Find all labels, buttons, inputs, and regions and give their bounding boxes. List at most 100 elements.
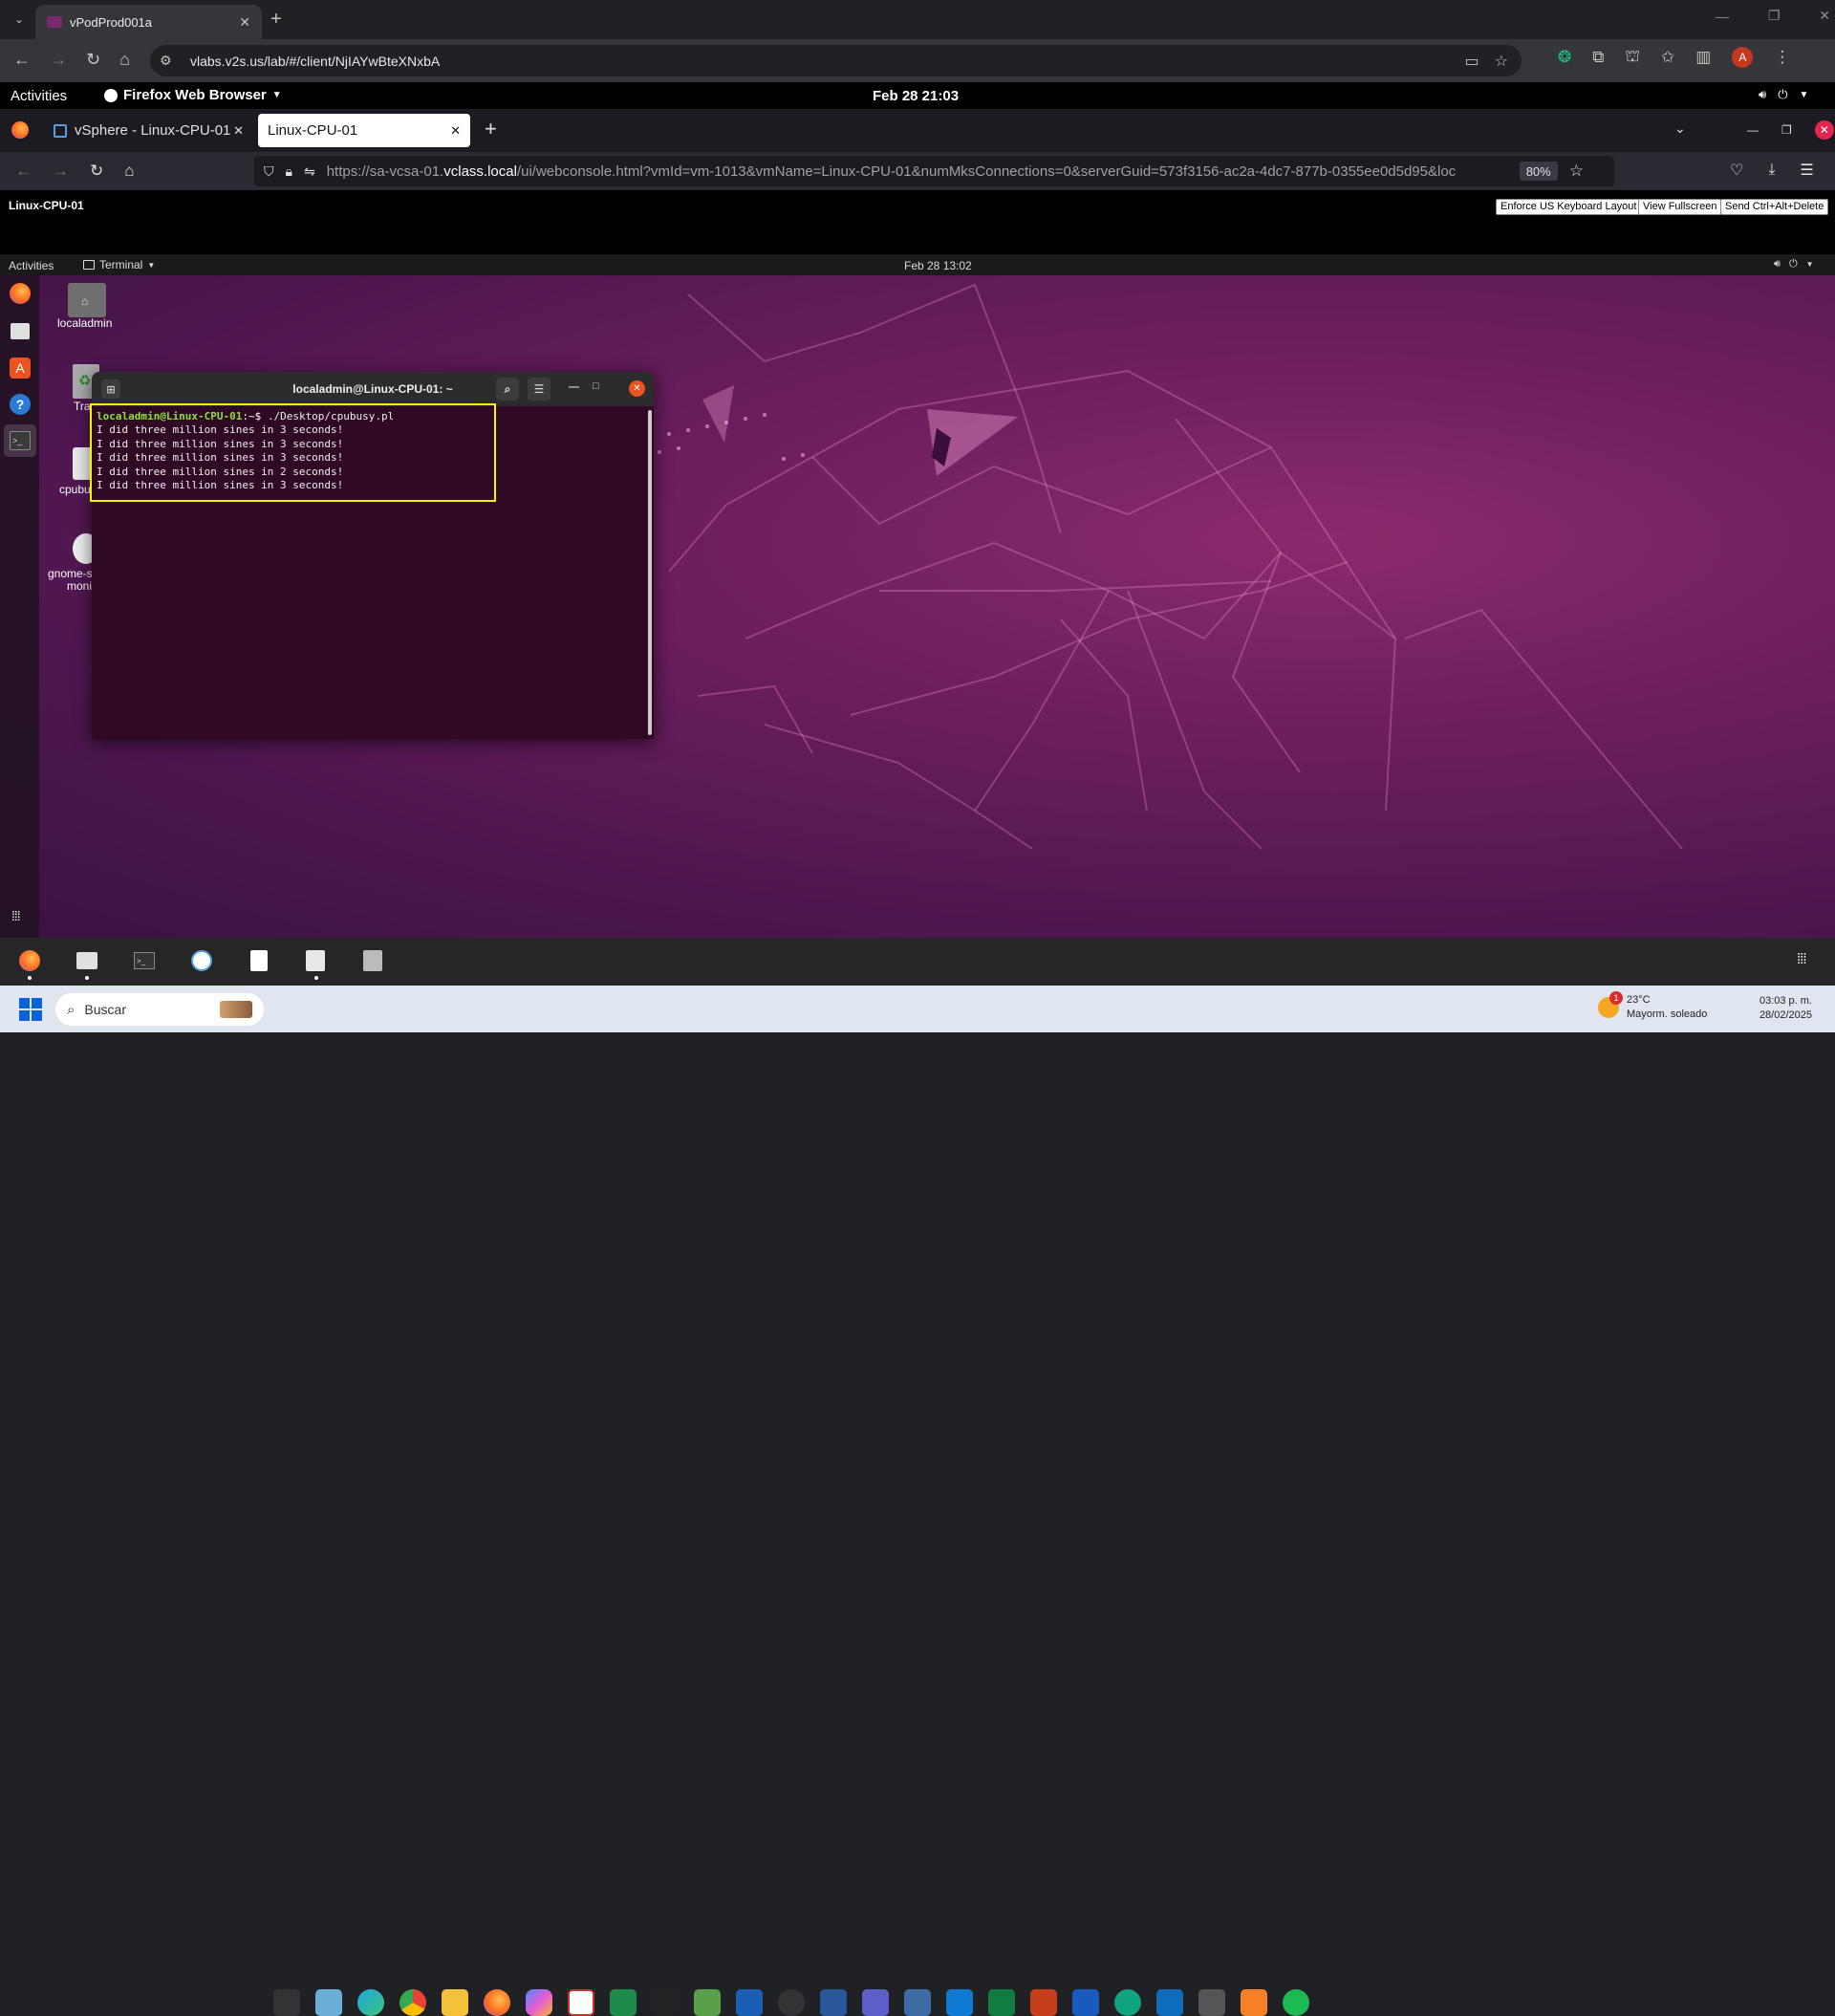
- app-edge-icon[interactable]: [357, 1989, 384, 2016]
- ff-restore-icon[interactable]: ❐: [1781, 123, 1792, 137]
- tab-close-icon[interactable]: ✕: [450, 123, 461, 139]
- terminal-maximize-icon[interactable]: □: [593, 380, 599, 392]
- bottom-dock-terminal-icon[interactable]: >_: [134, 952, 155, 969]
- chrome-address-bar[interactable]: ⚙ vlabs.v2s.us/lab/#/client/NjIAYwBteXNx…: [150, 45, 1522, 76]
- dock-software-icon[interactable]: A: [10, 358, 31, 379]
- extensions-puzzle-icon[interactable]: ⧉: [1592, 48, 1604, 67]
- app-powerpoint-icon[interactable]: [1030, 1989, 1057, 2016]
- site-info-icon[interactable]: ⚙: [160, 53, 172, 69]
- guest-system-menu-icon[interactable]: ▼: [1806, 260, 1814, 269]
- bottom-dock-firefox-icon[interactable]: [19, 950, 40, 971]
- terminal-menu-icon[interactable]: ☰: [528, 378, 550, 401]
- app-excel-icon[interactable]: [988, 1989, 1015, 2016]
- guest-volume-icon[interactable]: 🔊︎: [1774, 258, 1781, 271]
- profile-avatar[interactable]: A: [1732, 47, 1754, 68]
- terminal-minimize-icon[interactable]: —: [569, 381, 579, 393]
- ff-reload-icon[interactable]: ↻: [90, 162, 103, 181]
- window-minimize-icon[interactable]: —: [1716, 9, 1729, 24]
- app-outlook-icon[interactable]: [1156, 1989, 1183, 2016]
- app-teams-icon[interactable]: [862, 1989, 889, 2016]
- ff-forward-icon[interactable]: →: [53, 162, 69, 181]
- dock-terminal-icon[interactable]: >_: [10, 431, 31, 450]
- favorites-icon[interactable]: ✩: [1661, 48, 1674, 67]
- app-calculator-icon[interactable]: [736, 1989, 763, 2016]
- chrome-tab-active[interactable]: vPodProd001a ✕: [35, 5, 262, 39]
- app-network-icon[interactable]: [904, 1989, 931, 2016]
- bottom-dock-monitor-icon[interactable]: [191, 950, 212, 971]
- ff-home-icon[interactable]: ⌂: [124, 162, 134, 181]
- show-apps-grid-icon[interactable]: ⁞⁞⁞: [11, 908, 21, 923]
- host-clock[interactable]: Feb 28 21:03: [873, 88, 959, 104]
- tab-close-icon[interactable]: ✕: [239, 14, 250, 31]
- windows-start-icon[interactable]: [19, 998, 42, 1021]
- app-firefox-icon[interactable]: [484, 1989, 510, 2016]
- window-restore-icon[interactable]: ❐: [1768, 8, 1781, 24]
- volume-icon[interactable]: 🔊︎: [1759, 87, 1766, 102]
- app-chrome-icon[interactable]: [399, 1989, 426, 2016]
- bottom-dock-apps-grid-icon[interactable]: ⁞⁞⁞: [1797, 951, 1806, 967]
- bottom-dock-editor-icon[interactable]: [250, 950, 268, 971]
- system-menu-chevron-icon[interactable]: ▼: [1800, 90, 1809, 100]
- tracking-shield-icon[interactable]: ⛉: [264, 163, 274, 180]
- app-terminal-icon[interactable]: [652, 1989, 679, 2016]
- app-word-icon[interactable]: [1072, 1989, 1099, 2016]
- incognito-icon[interactable]: ⛫: [1625, 47, 1640, 68]
- tab-search-chevron-icon[interactable]: ⌄: [8, 8, 31, 31]
- downloads-icon[interactable]: ⤓: [1768, 162, 1775, 179]
- app-draw-icon[interactable]: [568, 1989, 594, 2016]
- ff-new-tab-icon[interactable]: +: [485, 117, 497, 141]
- ff-back-icon[interactable]: ←: [15, 162, 32, 181]
- bottom-dock-script-icon[interactable]: [306, 950, 325, 971]
- view-fullscreen-button[interactable]: View Fullscreen: [1638, 199, 1722, 215]
- zoom-indicator[interactable]: 80%: [1519, 162, 1558, 181]
- dock-files-icon[interactable]: [11, 323, 30, 339]
- ff-tab-linux-cpu[interactable]: Linux-CPU-01 ✕: [258, 114, 470, 147]
- terminal-close-icon[interactable]: ✕: [629, 380, 645, 397]
- bottom-dock-files-icon[interactable]: [76, 952, 97, 969]
- app-file-explorer-icon[interactable]: [442, 1989, 468, 2016]
- app-obs-icon[interactable]: [778, 1989, 805, 2016]
- ff-bookmark-star-icon[interactable]: ☆: [1569, 162, 1584, 181]
- app-remote-icon[interactable]: [820, 1989, 847, 2016]
- host-app-menu[interactable]: Firefox Web Browser ▼: [104, 87, 282, 103]
- weather-widget[interactable]: 1 23°C Mayorm. soleado: [1598, 991, 1707, 1022]
- tab-close-icon[interactable]: ✕: [233, 123, 244, 139]
- ff-minimize-icon[interactable]: —: [1747, 123, 1759, 137]
- send-cad-button[interactable]: Send Ctrl+Alt+Delete: [1720, 199, 1829, 215]
- guest-clock[interactable]: Feb 28 13:02: [904, 259, 972, 272]
- dock-help-icon[interactable]: ?: [10, 394, 31, 415]
- terminal-titlebar[interactable]: ⊞ localadmin@Linux-CPU-01: ~ ⌕ ☰ — □ ✕: [92, 372, 654, 406]
- guest-activities-button[interactable]: Activities: [9, 259, 54, 272]
- list-all-tabs-icon[interactable]: ⌄: [1674, 120, 1686, 137]
- back-icon[interactable]: ←: [13, 50, 31, 70]
- pocket-icon[interactable]: ♡: [1730, 161, 1743, 180]
- extension-openai-icon[interactable]: ❂: [1558, 48, 1571, 67]
- app-sublime-icon[interactable]: [1241, 1989, 1267, 2016]
- cast-icon[interactable]: ▭: [1465, 52, 1479, 71]
- taskbar-search-box[interactable]: ⌕ Buscar: [55, 993, 264, 1026]
- app-notes-icon[interactable]: [610, 1989, 637, 2016]
- home-icon[interactable]: ⌂: [119, 50, 130, 70]
- terminal-scrollbar[interactable]: [648, 410, 652, 735]
- bookmark-star-icon[interactable]: ☆: [1495, 52, 1508, 71]
- permissions-icon[interactable]: ⇋: [304, 163, 315, 180]
- app-copilot-icon[interactable]: [526, 1989, 552, 2016]
- host-activities-button[interactable]: Activities: [11, 88, 67, 104]
- ff-close-icon[interactable]: ✕: [1814, 120, 1834, 140]
- ff-tab-vsphere[interactable]: vSphere - Linux-CPU-01 ✕: [44, 114, 253, 147]
- guest-app-menu[interactable]: Terminal ▼: [83, 258, 155, 271]
- power-icon[interactable]: ⏻: [1778, 87, 1787, 102]
- firefox-url-bar[interactable]: ⛉ 🔒︎ ⇋ https://sa-vcsa-01.vclass.local/u…: [254, 156, 1614, 186]
- taskbar-clock[interactable]: 03:03 p. m. 28/02/2025: [1745, 994, 1812, 1023]
- home-folder-icon[interactable]: ⌂: [68, 283, 106, 317]
- side-panel-icon[interactable]: ▥: [1695, 48, 1711, 67]
- ff-menu-icon[interactable]: ☰: [1800, 161, 1813, 180]
- dock-firefox-icon[interactable]: [10, 283, 31, 304]
- bottom-dock-trash-icon[interactable]: [363, 950, 382, 971]
- app-vscode-icon[interactable]: [946, 1989, 973, 2016]
- terminal-search-icon[interactable]: ⌕: [496, 378, 519, 401]
- chrome-menu-icon[interactable]: ⋮: [1774, 48, 1790, 67]
- task-view-icon[interactable]: [273, 1989, 300, 2016]
- window-close-icon[interactable]: ✕: [1819, 8, 1830, 24]
- new-tab-icon[interactable]: +: [270, 9, 282, 31]
